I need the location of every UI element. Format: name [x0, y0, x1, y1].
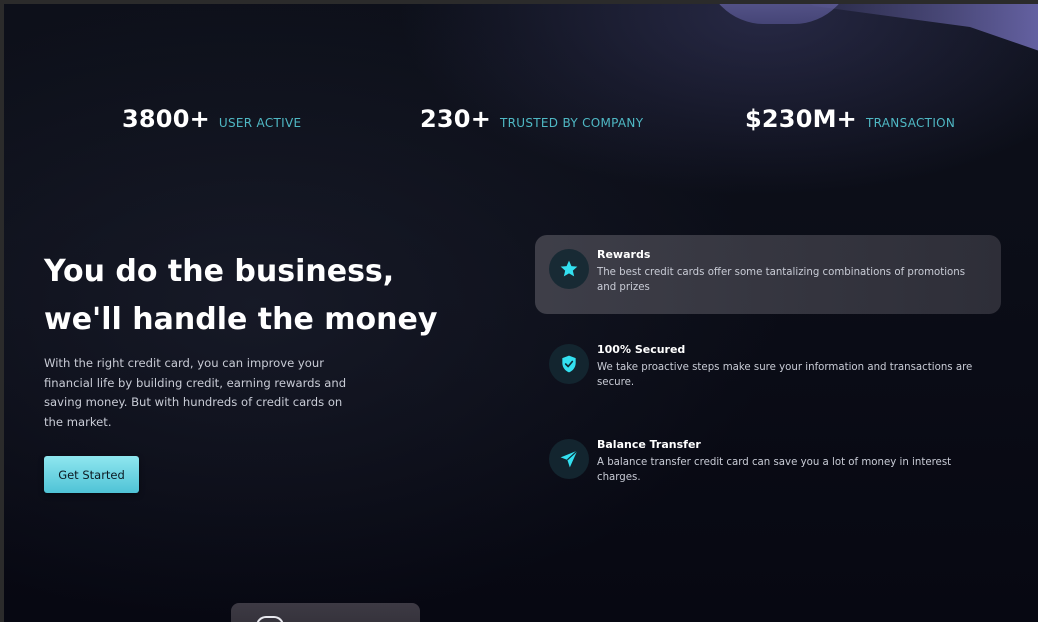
stats-bar: 3800+ USER ACTIVE 230+ TRUSTED BY COMPAN…	[4, 105, 1038, 139]
feature-title: 100% Secured	[597, 343, 686, 356]
card-logo-icon	[256, 616, 284, 622]
hero-title: You do the business, we'll handle the mo…	[44, 248, 464, 344]
feature-text: We take proactive steps make sure your i…	[597, 362, 973, 389]
shield-check-icon	[549, 344, 589, 384]
get-started-button[interactable]: Get Started	[44, 456, 139, 493]
stat-label: TRUSTED BY COMPANY	[500, 116, 644, 130]
feature-text: A balance transfer credit card can save …	[597, 457, 952, 484]
stat-number: $230M+	[745, 105, 857, 133]
stat-label: TRANSACTION	[866, 116, 956, 130]
stat-number: 3800+	[122, 105, 210, 133]
hero-title-line-1: You do the business,	[44, 254, 395, 289]
hero-title-line-2: we'll handle the money	[44, 302, 438, 337]
stat-number: 230+	[420, 105, 492, 133]
landing-page: 3800+ USER ACTIVE 230+ TRUSTED BY COMPAN…	[4, 4, 1038, 622]
bottom-card-preview	[231, 603, 420, 622]
feature-text: The best credit cards offer some tantali…	[597, 267, 966, 294]
star-icon	[549, 249, 589, 289]
stat-user-active: 3800+ USER ACTIVE	[122, 105, 301, 133]
stat-label: USER ACTIVE	[218, 116, 302, 130]
send-icon	[549, 439, 589, 479]
stat-transaction: $230M+ TRANSACTION	[745, 105, 955, 133]
stat-trusted-by-company: 230+ TRUSTED BY COMPANY	[420, 105, 643, 133]
feature-title: Rewards	[597, 248, 651, 261]
feature-title: Balance Transfer	[597, 438, 701, 451]
hero-description: With the right credit card, you can impr…	[44, 356, 347, 429]
feature-secured[interactable]: 100% Secured We take proactive steps mak…	[535, 330, 1001, 409]
feature-balance-transfer[interactable]: Balance Transfer A balance transfer cred…	[535, 425, 1001, 504]
feature-rewards[interactable]: Rewards The best credit cards offer some…	[535, 235, 1001, 314]
